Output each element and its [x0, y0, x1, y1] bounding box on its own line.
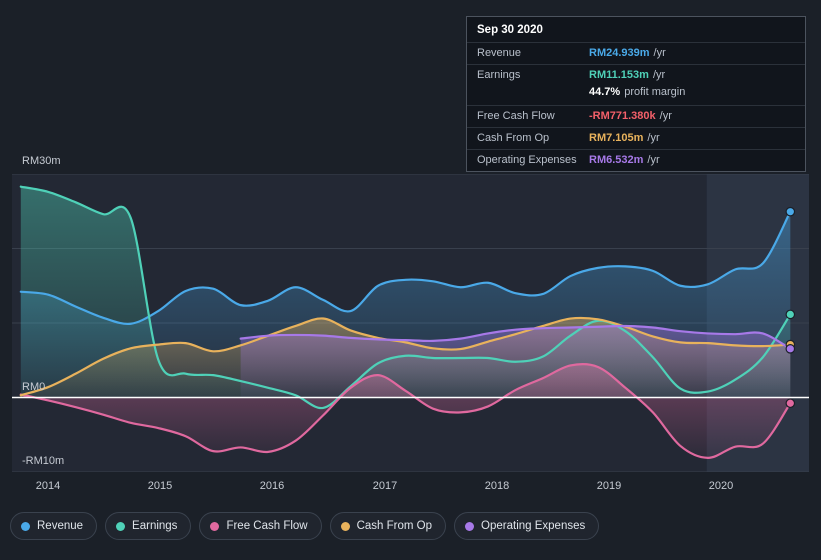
tooltip-value-revenue: RM24.939m: [589, 47, 650, 59]
plot-svg: [12, 174, 809, 472]
plot-area: [12, 174, 809, 472]
tooltip-value-operating-expenses: RM6.532m: [589, 154, 644, 166]
x-axis-label-2018: 2018: [484, 480, 510, 492]
legend-label-operating-expenses: Operating Expenses: [481, 520, 586, 532]
tooltip-label-profit-margin: profit margin: [624, 86, 686, 98]
legend-label-free-cash-flow: Free Cash Flow: [226, 520, 308, 532]
tooltip-unit-cash-from-op: /yr: [647, 132, 660, 144]
tooltip-row-earnings: Earnings RM11.153m /yr: [467, 64, 805, 86]
tooltip-label-operating-expenses: Operating Expenses: [477, 154, 577, 166]
tooltip-label-earnings: Earnings: [477, 69, 521, 81]
legend-dot-earnings: [116, 521, 126, 531]
tooltip-row-cash-from-op: Cash From Op RM7.105m /yr: [467, 127, 805, 149]
tooltip-unit-free-cash-flow: /yr: [659, 110, 672, 122]
tooltip-unit-operating-expenses: /yr: [647, 154, 660, 166]
tooltip-value-profit-margin: 44.7%: [589, 86, 621, 98]
x-axis-label-2014: 2014: [35, 480, 61, 492]
y-axis-label-0: RM0: [22, 381, 46, 393]
legend-item-free-cash-flow[interactable]: Free Cash Flow: [199, 512, 322, 540]
legend-item-cash-from-op[interactable]: Cash From Op: [329, 512, 447, 540]
tooltip-value-earnings: RM11.153m: [589, 69, 649, 81]
tooltip-unit-revenue: /yr: [653, 47, 666, 59]
tooltip-row-operating-expenses: Operating Expenses RM6.532m /yr: [467, 149, 805, 171]
x-axis-label-2017: 2017: [372, 480, 398, 492]
legend-dot-cash-from-op: [340, 521, 350, 531]
tooltip-row-profit-margin: 44.7% profit margin: [467, 86, 805, 105]
legend-dot-operating-expenses: [465, 521, 475, 531]
legend-label-earnings: Earnings: [132, 520, 178, 532]
tooltip-value-free-cash-flow: -RM771.380k: [589, 110, 656, 122]
x-axis-label-2015: 2015: [147, 480, 173, 492]
financials-chart: RM30m RM0 -RM10m 2014 2015 2016 2017 201…: [0, 0, 821, 560]
tooltip-unit-earnings: /yr: [652, 69, 666, 81]
y-axis-label-neg10m: -RM10m: [22, 455, 65, 467]
legend-label-revenue: Revenue: [37, 520, 84, 532]
legend-dot-revenue: [21, 521, 30, 531]
x-axis-label-2016: 2016: [259, 480, 285, 492]
x-axis-label-2019: 2019: [596, 480, 622, 492]
chart-tooltip: Sep 30 2020 Revenue RM24.939m /yr Earnin…: [466, 16, 806, 172]
tooltip-row-revenue: Revenue RM24.939m /yr: [467, 42, 805, 64]
legend-dot-free-cash-flow: [210, 521, 220, 531]
tooltip-date: Sep 30 2020: [477, 24, 543, 36]
legend-item-revenue[interactable]: Revenue: [10, 512, 98, 540]
chart-legend: Revenue Earnings Free Cash Flow Cash Fro…: [10, 512, 600, 540]
tooltip-label-cash-from-op: Cash From Op: [477, 132, 550, 144]
tooltip-label-revenue: Revenue: [477, 47, 522, 59]
legend-label-cash-from-op: Cash From Op: [356, 520, 433, 532]
legend-item-operating-expenses[interactable]: Operating Expenses: [454, 512, 600, 540]
tooltip-label-free-cash-flow: Free Cash Flow: [477, 110, 555, 122]
legend-item-earnings[interactable]: Earnings: [105, 512, 192, 540]
tooltip-value-cash-from-op: RM7.105m: [589, 132, 644, 144]
x-axis-label-2020: 2020: [708, 480, 734, 492]
tooltip-row-free-cash-flow: Free Cash Flow -RM771.380k /yr: [467, 105, 805, 127]
y-axis-label-30m: RM30m: [22, 155, 61, 167]
